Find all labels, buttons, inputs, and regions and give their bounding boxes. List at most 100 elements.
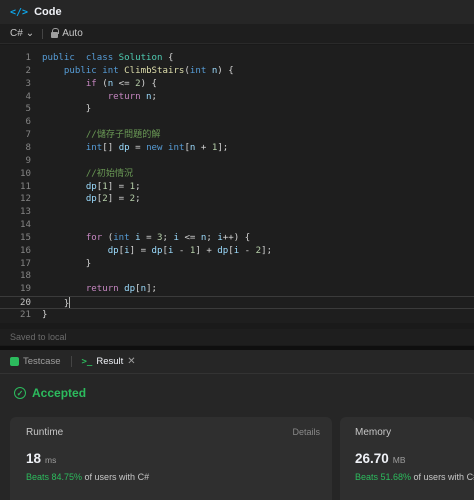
code-brackets-icon: </> (10, 6, 29, 18)
code-line[interactable]: 17 } (0, 258, 474, 271)
result-panel: Testcase >_ Result ✕ ✓ Accepted Runtime … (0, 350, 474, 500)
memory-value-row: 26.70 MB (355, 451, 406, 466)
memory-card[interactable]: Memory 26.70 MB Beats 51.68% of users wi… (340, 417, 474, 500)
code-line[interactable]: 8 int[] dp = new int[n + 1]; (0, 142, 474, 155)
code-line[interactable]: 4 return n; (0, 91, 474, 104)
close-icon[interactable]: ✕ (127, 356, 135, 367)
code-token: <= (178, 232, 201, 243)
code-token: <= (113, 78, 136, 89)
code-token: } (42, 258, 92, 269)
code-line[interactable]: 5 } (0, 103, 474, 116)
code-token: - (239, 245, 256, 256)
code-token: for (85, 232, 103, 243)
check-circle-icon: ✓ (14, 387, 26, 399)
code-editor[interactable]: 1 public class Solution {2 public int Cli… (0, 45, 474, 323)
code-line[interactable]: 19 return dp[n]; (0, 283, 474, 296)
memory-beats-percent: Beats 51.68% (355, 472, 412, 482)
runtime-card[interactable]: Runtime Details 18 ms Beats 84.75% of us… (10, 417, 332, 500)
auto-mode-toggle[interactable]: Auto (51, 27, 83, 39)
code-line[interactable]: 18 (0, 270, 474, 283)
code-text: for (int i = 3; i <= n; i++) { (42, 232, 250, 245)
tab-result[interactable]: >_ Result ✕ (82, 356, 136, 367)
code-text: public class Solution { (42, 52, 173, 65)
code-line[interactable]: 15 for (int i = 3; i <= n; i++) { (0, 232, 474, 245)
code-line[interactable]: 12 dp[2] = 2; (0, 193, 474, 206)
line-number: 15 (20, 232, 31, 243)
code-panel-header: </> Code (0, 0, 474, 24)
code-text: //儲存子問題的解 (42, 129, 161, 142)
tab-testcase-label: Testcase (23, 356, 61, 367)
code-token: ) { (217, 65, 234, 76)
code-line[interactable]: 2 public int ClimbStairs(int n) { (0, 65, 474, 78)
code-line[interactable]: 10 //初始情況 (0, 168, 474, 181)
code-line[interactable]: 21} (0, 309, 474, 322)
runtime-value: 18 (26, 451, 42, 466)
code-token: { (162, 53, 174, 63)
code-token: ] + (195, 245, 218, 256)
line-number: 3 (25, 78, 31, 89)
code-text: } (42, 103, 91, 116)
runtime-beats-suffix: of users with C# (82, 472, 150, 482)
line-number: 5 (25, 104, 31, 115)
code-token: dp (124, 284, 136, 295)
line-number: 14 (20, 220, 31, 231)
line-number: 1 (25, 53, 31, 63)
code-token: ]; (261, 245, 273, 256)
code-token: ] = (129, 245, 152, 256)
chevron-down-icon: ⌄ (25, 28, 35, 39)
editor-toolbar: C# ⌄ Auto (0, 24, 474, 44)
code-token: Solution (118, 53, 163, 63)
code-token: class (85, 53, 114, 63)
terminal-prompt-icon: >_ (81, 356, 93, 367)
line-number: 2 (25, 65, 31, 76)
runtime-unit: ms (45, 455, 57, 465)
memory-beats: Beats 51.68% of users with C# (355, 472, 474, 482)
code-token: int (189, 65, 207, 76)
code-token: ] = (107, 194, 130, 205)
code-line[interactable]: 3 if (n <= 2) { (0, 78, 474, 91)
code-token: } (42, 104, 92, 115)
code-token: if (85, 78, 97, 89)
details-button[interactable]: Details (292, 427, 320, 437)
language-selector[interactable]: C# ⌄ (10, 28, 34, 39)
code-token: public (42, 53, 75, 63)
code-text: return n; (42, 91, 157, 104)
testcase-box-icon (10, 357, 19, 366)
line-number: 16 (20, 245, 31, 256)
memory-label: Memory (355, 427, 392, 438)
panel-title: Code (34, 6, 62, 18)
code-line[interactable]: 7 //儲存子問題的解 (0, 129, 474, 142)
code-line[interactable]: 13 (0, 206, 474, 219)
code-text: int[] dp = new int[n + 1]; (42, 142, 228, 155)
result-tabbar: Testcase >_ Result ✕ (0, 350, 474, 374)
code-line[interactable]: 16 dp[i] = dp[i - 1] + dp[i - 2]; (0, 245, 474, 258)
code-text: dp[i] = dp[i - 1] + dp[i - 2]; (42, 245, 272, 258)
code-line[interactable]: 1 public class Solution { (0, 52, 474, 65)
code-line[interactable]: 20 } (0, 296, 474, 310)
code-token: ++) { (222, 232, 251, 243)
code-text: dp[2] = 2; (42, 193, 141, 206)
submission-status: ✓ Accepted (14, 386, 86, 400)
code-line[interactable]: 6 (0, 116, 474, 129)
code-token: ClimbStairs (124, 65, 185, 76)
code-line[interactable]: 11 dp[1] = 1; (0, 181, 474, 194)
code-token: - (173, 245, 190, 256)
code-line[interactable]: 14 (0, 219, 474, 232)
tab-testcase[interactable]: Testcase (10, 356, 61, 367)
code-token: dp (151, 245, 163, 256)
code-line[interactable]: 9 (0, 155, 474, 168)
tab-result-label: Result (96, 356, 124, 367)
code-token: } (42, 310, 48, 320)
code-text: } (42, 258, 91, 271)
line-number: 9 (25, 155, 31, 166)
code-text: } (42, 309, 47, 322)
code-text: if (n <= 2) { (42, 78, 157, 91)
line-number: 17 (20, 258, 31, 269)
code-token: + (195, 142, 212, 153)
